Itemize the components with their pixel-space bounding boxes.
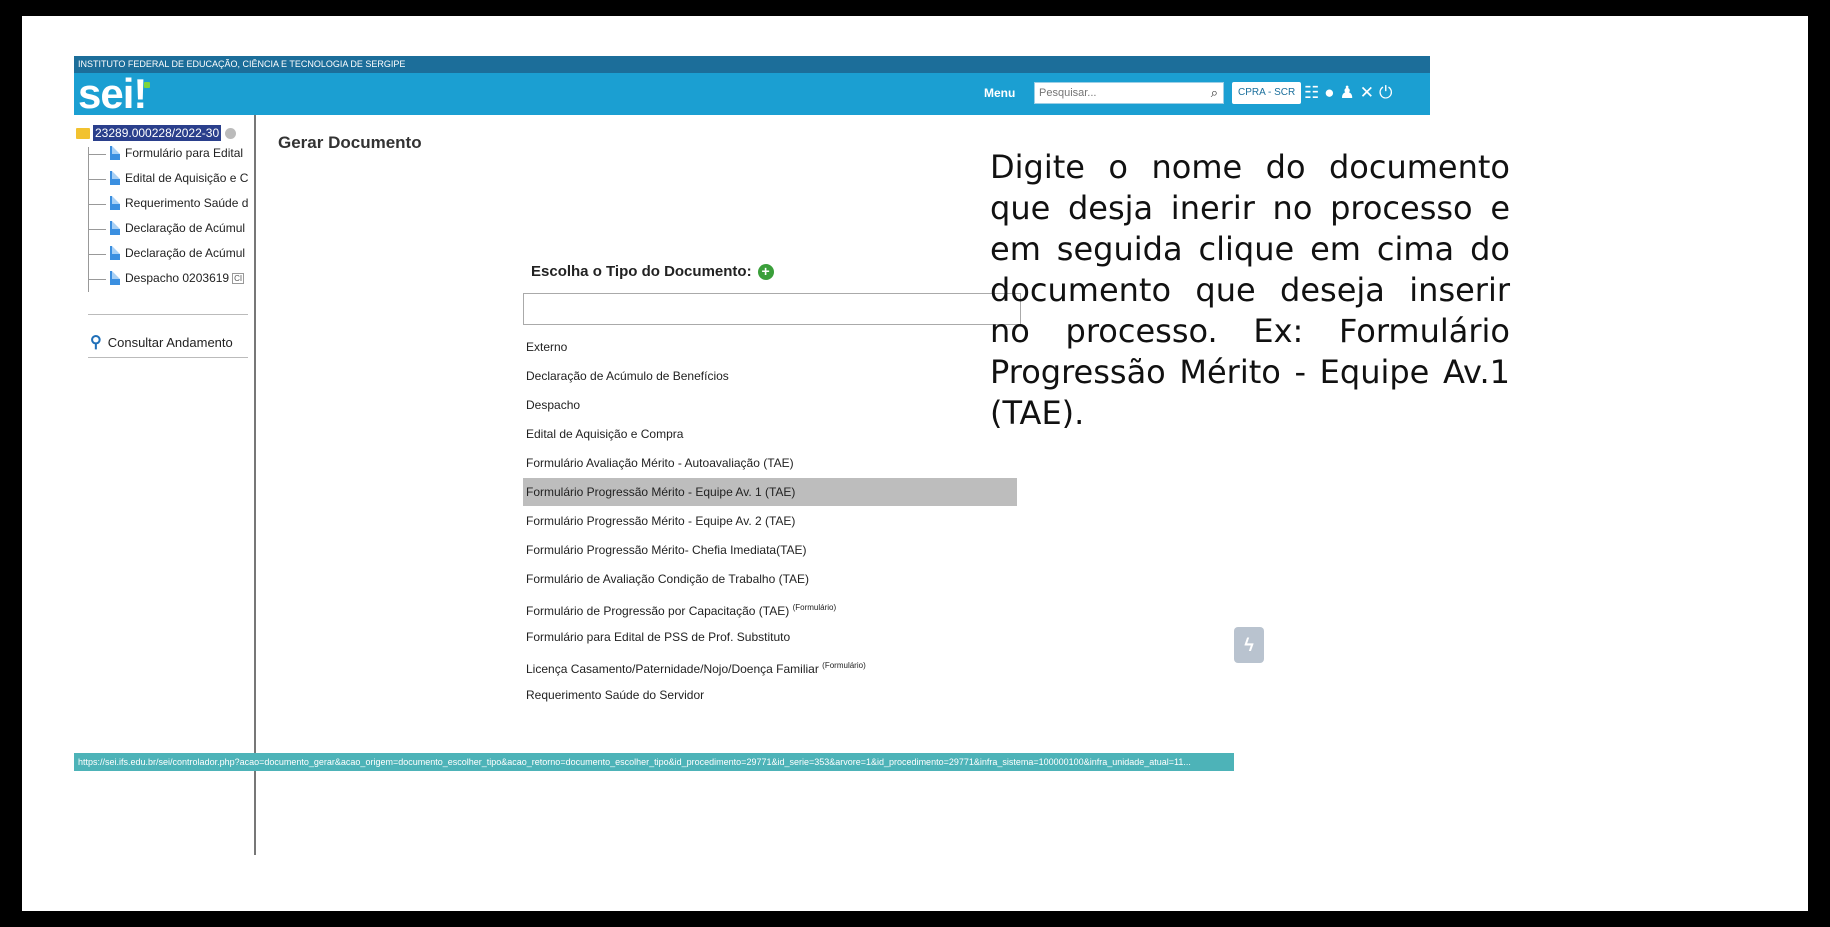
power-icon[interactable]: ⏻ [1379,82,1392,104]
tree-item[interactable]: Declaração de Acúmul [87,221,245,235]
tree-item[interactable]: Despacho 0203619 CI [87,271,245,285]
form-tag: (Formulário) [792,603,837,612]
divider [88,357,248,358]
process-tree-sidebar: 23289.000228/2022-30 Formulário para Edi… [74,115,256,855]
tree-item[interactable]: Formulário para Edital [87,146,243,160]
page-title: Gerar Documento [278,133,422,152]
consult-progress-link[interactable]: ⚲ Consultar Andamento [90,332,233,352]
info-icon[interactable]: ● [1324,82,1334,104]
document-type-option[interactable]: Formulário para Edital de PSS de Prof. S… [523,623,1017,651]
choose-type-heading: Escolha o Tipo do Documento: + [531,263,774,280]
document-icon [110,146,120,160]
tree-root[interactable]: 23289.000228/2022-30 [76,125,237,141]
top-navbar: sei! Menu ⌕ CPRA - SCR ☷ ● ♟ ✕ ⏻ [74,70,1430,118]
document-icon [110,196,120,210]
document-type-filter-input[interactable] [523,293,1021,325]
lightning-icon[interactable]: ϟ [1234,627,1264,663]
document-type-option[interactable]: Formulário de Progressão por Capacitação… [523,594,1017,622]
document-icon [110,221,120,235]
document-type-option[interactable]: Externo [523,333,1017,361]
consult-label: Consultar Andamento [107,334,233,350]
document-type-option-selected[interactable]: Formulário Progressão Mérito - Equipe Av… [523,478,1017,506]
form-tag: (Formulário) [822,661,866,670]
folder-icon [76,127,90,139]
document-type-option[interactable]: Formulário Progressão Mérito - Equipe Av… [523,507,1017,535]
sei-logo[interactable]: sei! [78,70,147,118]
search-box: ⌕ [1034,82,1224,104]
document-type-option[interactable]: Formulário Avaliação Mérito - Autoavalia… [523,449,1017,477]
toolbar-icons: ☷ ● ♟ ✕ ⏻ [1304,82,1392,104]
search-input[interactable] [1035,83,1193,103]
document-type-option[interactable]: Formulário de Avaliação Condição de Trab… [523,565,1017,593]
document-tag: CI [232,272,245,284]
document-icon [110,171,120,185]
document-type-option[interactable]: Requerimento Saúde do Servidor [523,681,1017,709]
choose-type-label: Escolha o Tipo do Documento: [531,263,752,280]
document-type-option[interactable]: Licença Casamento/Paternidade/Nojo/Doenç… [523,652,1017,680]
instruction-annotation: Digite o nome do documento que desja ine… [990,148,1510,432]
tree-item[interactable]: Declaração de Acúmul [87,246,245,260]
document-type-option[interactable]: Declaração de Acúmulo de Benefícios [523,362,1017,390]
document-type-option[interactable]: Despacho [523,391,1017,419]
document-icon [110,271,120,285]
divider [88,314,248,315]
slide-frame: INSTITUTO FEDERAL DE EDUCAÇÃO, CIÊNCIA E… [22,16,1808,911]
process-number[interactable]: 23289.000228/2022-30 [93,125,222,141]
search-icon[interactable]: ⌕ [1211,85,1218,101]
institution-bar: INSTITUTO FEDERAL DE EDUCAÇÃO, CIÊNCIA E… [74,56,1430,73]
tree-line [88,147,89,292]
user-icon[interactable]: ♟ [1340,82,1355,104]
status-url-bar: https://sei.ifs.edu.br/sei/controlador.p… [74,753,1234,771]
menu-link[interactable]: Menu [984,86,1015,100]
document-icon [110,246,120,260]
collapse-icon[interactable] [225,127,237,139]
unit-selector[interactable]: CPRA - SCR [1232,82,1302,104]
add-icon[interactable]: + [757,263,774,280]
search-icon: ⚲ [90,334,102,351]
document-type-option[interactable]: Edital de Aquisição e Compra [523,420,1017,448]
tree-item[interactable]: Requerimento Saúde d [87,196,248,210]
document-type-option[interactable]: Formulário Progressão Mérito- Chefia Ime… [523,536,1017,564]
tree-item[interactable]: Edital de Aquisição e C [87,171,248,185]
tools-icon[interactable]: ✕ [1360,82,1374,104]
sei-screenshot: INSTITUTO FEDERAL DE EDUCAÇÃO, CIÊNCIA E… [74,56,1430,855]
list-icon[interactable]: ☷ [1304,82,1319,104]
